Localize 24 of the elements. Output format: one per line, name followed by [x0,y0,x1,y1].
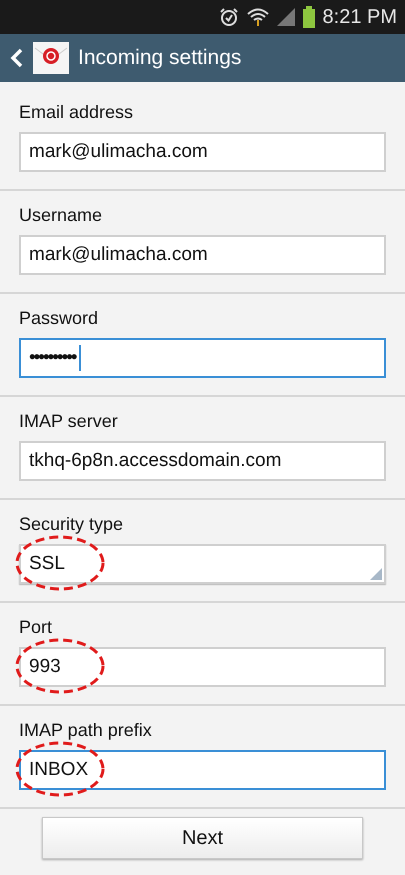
field-label: IMAP path prefix [19,719,152,742]
screen-title: Incoming settings [78,45,242,72]
field-label: Email address [19,101,134,124]
dropdown-corner-icon [370,568,382,580]
dropdown[interactable]: SSL [19,544,386,584]
battery-icon [302,6,315,28]
alarm-clock-icon [218,7,239,27]
input-field[interactable]: INBOX [19,750,386,790]
input-field[interactable]: mark@ulimacha.com [19,132,386,172]
envelope-icon [33,42,69,74]
password-field[interactable]: •••••••••• [19,338,386,378]
status-time: 8:21 PM [322,5,397,30]
field-label: Security type [19,513,124,536]
field-label: Password [19,307,98,330]
field-label: Username [19,204,102,227]
input-field[interactable]: 993 [19,647,386,687]
back-icon[interactable] [10,47,24,69]
wifi-icon [246,7,269,27]
input-field[interactable]: tkhq-6p8n.accessdomain.com [19,441,386,481]
field-label: IMAP server [19,410,118,433]
signal-icon [276,8,295,26]
field-label: Port [19,616,52,639]
input-field[interactable]: mark@ulimacha.com [19,235,386,275]
next-button[interactable]: Next [42,817,363,859]
